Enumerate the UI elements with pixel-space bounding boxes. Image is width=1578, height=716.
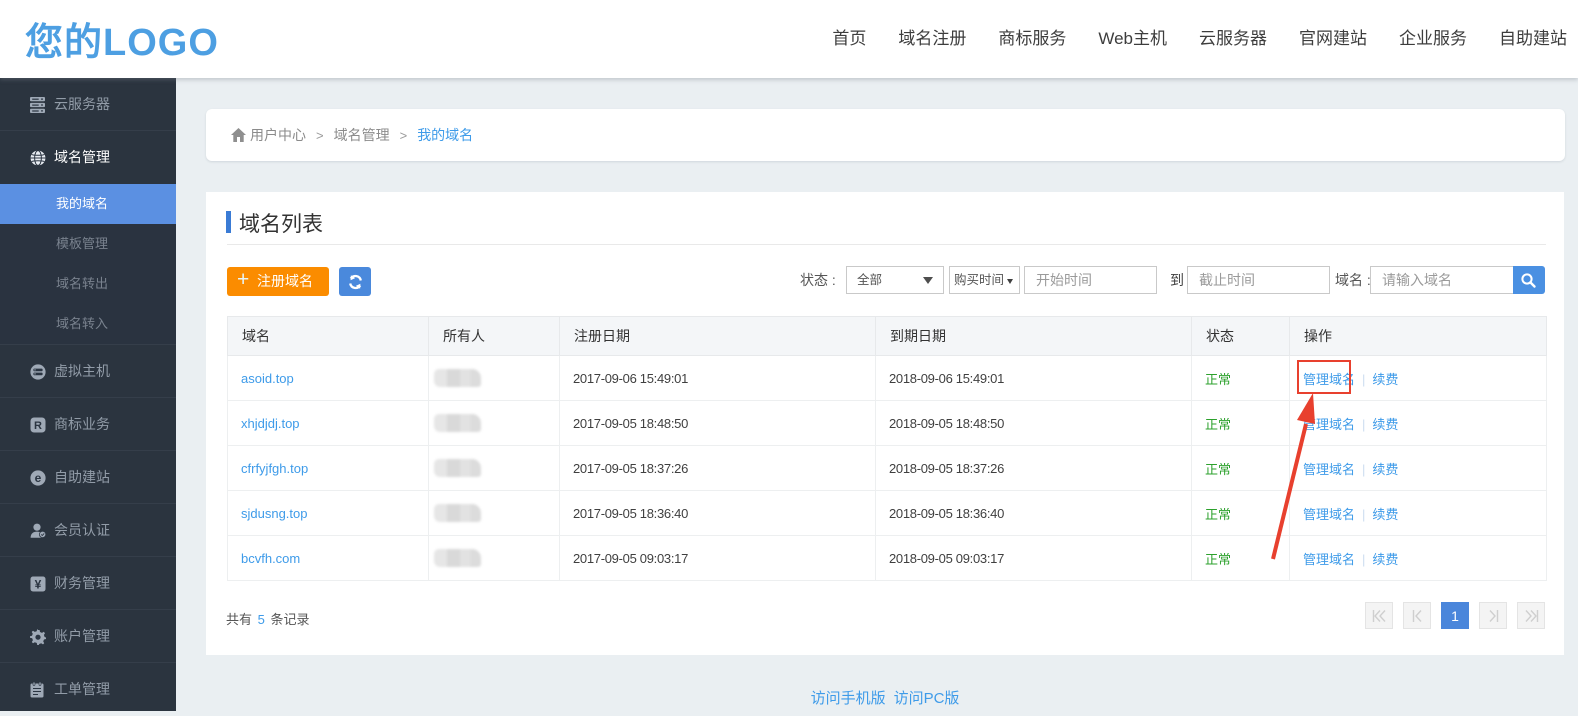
svg-text:R: R [34,420,42,432]
svg-text:¥: ¥ [35,577,42,591]
svg-text:e: e [35,471,42,485]
